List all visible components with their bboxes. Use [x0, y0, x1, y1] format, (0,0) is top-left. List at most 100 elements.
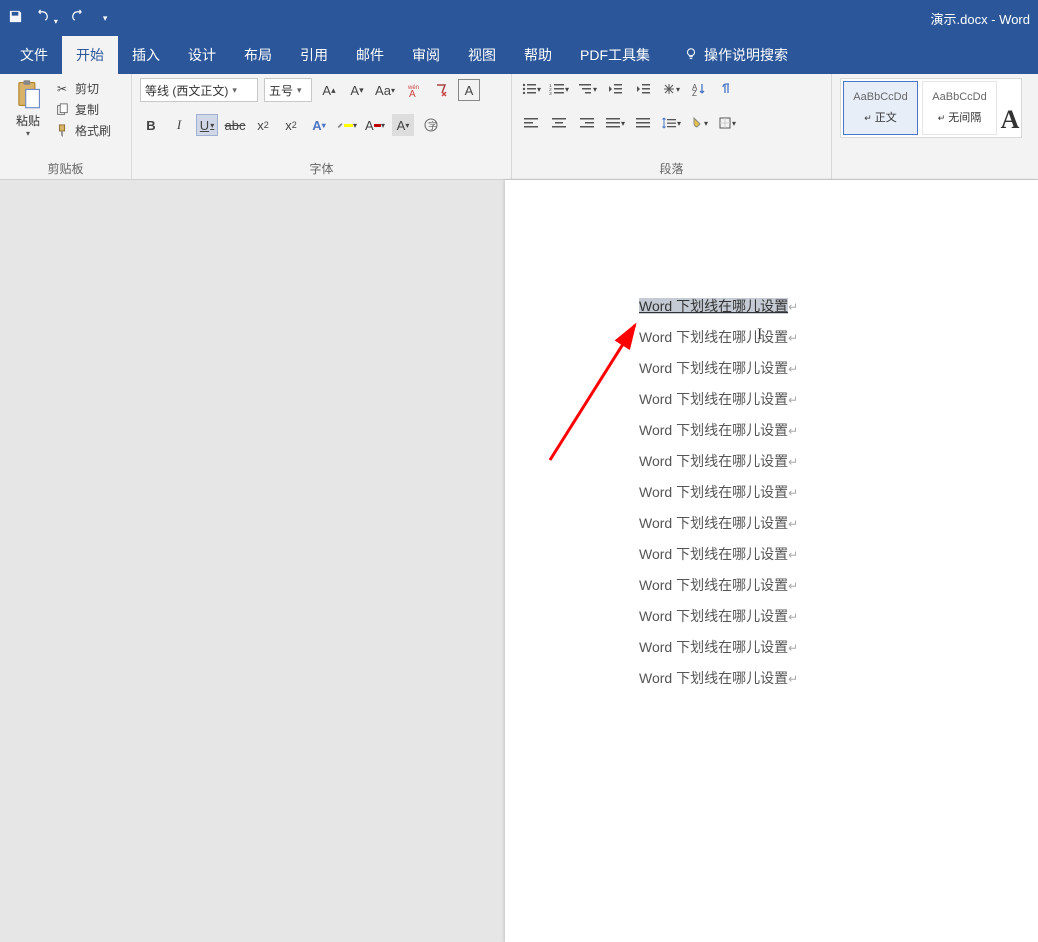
- font-color-button[interactable]: A▾: [364, 114, 386, 136]
- text-line[interactable]: Word 下划线在哪儿设置↵: [639, 358, 1038, 378]
- tab-file[interactable]: 文件: [6, 36, 62, 74]
- tab-tellme[interactable]: 操作说明搜索: [664, 36, 802, 74]
- text-line[interactable]: Word 下划线在哪儿设置↵: [639, 513, 1038, 533]
- tab-review[interactable]: 审阅: [398, 36, 454, 74]
- text-line[interactable]: Word 下划线在哪儿设置↵: [639, 544, 1038, 564]
- font-size-combo[interactable]: 五号▾: [264, 78, 312, 102]
- align-center-button[interactable]: [548, 112, 570, 134]
- line-spacing-button[interactable]: ▾: [660, 112, 682, 134]
- cut-label: 剪切: [75, 80, 99, 97]
- title-bar: ▾ ▾ 演示.docx - Word: [0, 0, 1038, 36]
- text-line[interactable]: Word 下划线在哪儿设置↵: [639, 482, 1038, 502]
- qat-customize-icon[interactable]: ▾: [103, 13, 108, 24]
- tab-pdf[interactable]: PDF工具集: [566, 36, 664, 74]
- tab-home[interactable]: 开始: [62, 36, 118, 74]
- tab-help[interactable]: 帮助: [510, 36, 566, 74]
- highlight-button[interactable]: ▾: [336, 114, 358, 136]
- scissors-icon: ✂: [54, 81, 70, 97]
- clear-formatting-button[interactable]: [430, 79, 452, 101]
- align-right-button[interactable]: [576, 112, 598, 134]
- group-clipboard: 粘贴 ▾ ✂ 剪切 复制 格式刷: [0, 74, 132, 179]
- character-shading-button[interactable]: A▾: [392, 114, 414, 136]
- page[interactable]: Word 下划线在哪儿设置↵Word 下划线在哪儿设置↵IWord 下划线在哪儿…: [505, 180, 1038, 942]
- style-normal[interactable]: AaBbCcDd ↵ 正文: [843, 81, 918, 135]
- underline-button[interactable]: U▾: [196, 114, 218, 136]
- bullets-button[interactable]: ▾: [520, 78, 542, 100]
- group-styles: AaBbCcDd ↵ 正文 AaBbCcDd ↵ 无间隔 A: [832, 74, 1038, 179]
- quick-access-toolbar: ▾ ▾: [8, 9, 107, 27]
- character-border-button[interactable]: A: [458, 79, 480, 101]
- text-line[interactable]: Word 下划线在哪儿设置↵: [639, 668, 1038, 688]
- shading-button[interactable]: ▾: [688, 112, 710, 134]
- ribbon: 粘贴 ▾ ✂ 剪切 复制 格式刷: [0, 74, 1038, 180]
- align-distribute-button[interactable]: [632, 112, 654, 134]
- phonetic-guide-button[interactable]: wénA: [402, 79, 424, 101]
- clipboard-group-label: 剪贴板: [8, 156, 123, 179]
- copy-label: 复制: [75, 101, 99, 118]
- text-line[interactable]: Word 下划线在哪儿设置↵: [639, 606, 1038, 626]
- text-effects-button[interactable]: A▾: [308, 114, 330, 136]
- shrink-font-button[interactable]: A▾: [346, 79, 368, 101]
- group-paragraph: ▾ 123▾ ▾ ▾ AZ: [512, 74, 832, 179]
- lightbulb-icon: [684, 47, 698, 64]
- text-line[interactable]: Word 下划线在哪儿设置↵: [639, 420, 1038, 440]
- copy-button[interactable]: 复制: [54, 101, 111, 118]
- text-cursor-icon: I: [757, 326, 762, 344]
- enclose-characters-button[interactable]: 字: [420, 114, 442, 136]
- text-line[interactable]: Word 下划线在哪儿设置↵: [639, 637, 1038, 657]
- group-font: 等线 (西文正文)▾ 五号▾ A▴ A▾ Aa▾ wénA A B I U▾ a…: [132, 74, 512, 179]
- show-marks-button[interactable]: [716, 78, 738, 100]
- change-case-button[interactable]: Aa▾: [374, 79, 396, 101]
- tab-insert[interactable]: 插入: [118, 36, 174, 74]
- undo-icon[interactable]: ▾: [35, 9, 58, 27]
- save-icon[interactable]: [8, 9, 23, 27]
- styles-gallery: AaBbCcDd ↵ 正文 AaBbCcDd ↵ 无间隔 A: [840, 78, 1022, 138]
- font-name-combo[interactable]: 等线 (西文正文)▾: [140, 78, 258, 102]
- tab-view[interactable]: 视图: [454, 36, 510, 74]
- text-line[interactable]: Word 下划线在哪儿设置↵: [639, 575, 1038, 595]
- subscript-button[interactable]: x2: [252, 114, 274, 136]
- increase-indent-button[interactable]: [632, 78, 654, 100]
- format-painter-label: 格式刷: [75, 122, 111, 139]
- text-line[interactable]: Word 下划线在哪儿设置↵I: [639, 327, 1038, 347]
- grow-font-button[interactable]: A▴: [318, 79, 340, 101]
- numbering-button[interactable]: 123▾: [548, 78, 570, 100]
- brush-icon: [54, 123, 70, 139]
- bold-button[interactable]: B: [140, 114, 162, 136]
- font-group-label: 字体: [140, 156, 503, 179]
- document-area: Word 下划线在哪儿设置↵Word 下划线在哪儿设置↵IWord 下划线在哪儿…: [0, 180, 1038, 762]
- multilevel-list-button[interactable]: ▾: [576, 78, 598, 100]
- redo-icon[interactable]: [70, 9, 85, 27]
- svg-text:3: 3: [549, 91, 552, 96]
- align-left-button[interactable]: [520, 112, 542, 134]
- align-justify-button[interactable]: ▾: [604, 112, 626, 134]
- svg-text:字: 字: [428, 120, 437, 131]
- tab-mailings[interactable]: 邮件: [342, 36, 398, 74]
- paragraph-group-label: 段落: [520, 156, 823, 179]
- copy-icon: [54, 102, 70, 118]
- svg-text:A: A: [409, 89, 416, 98]
- text-line[interactable]: Word 下划线在哪儿设置↵: [639, 296, 1038, 316]
- format-painter-button[interactable]: 格式刷: [54, 122, 111, 139]
- tab-references[interactable]: 引用: [286, 36, 342, 74]
- borders-button[interactable]: ▾: [716, 112, 738, 134]
- tab-design[interactable]: 设计: [174, 36, 230, 74]
- text-line[interactable]: Word 下划线在哪儿设置↵: [639, 451, 1038, 471]
- paste-label: 粘贴: [16, 112, 40, 129]
- cut-button[interactable]: ✂ 剪切: [54, 80, 111, 97]
- tab-layout[interactable]: 布局: [230, 36, 286, 74]
- tellme-label: 操作说明搜索: [704, 45, 788, 65]
- superscript-button[interactable]: x2: [280, 114, 302, 136]
- strikethrough-button[interactable]: abc: [224, 114, 246, 136]
- paste-button[interactable]: 粘贴 ▾: [8, 78, 48, 138]
- italic-button[interactable]: I: [168, 114, 190, 136]
- text-line[interactable]: Word 下划线在哪儿设置↵: [639, 389, 1038, 409]
- style-nospacing[interactable]: AaBbCcDd ↵ 无间隔: [922, 81, 997, 135]
- sort-button[interactable]: AZ: [688, 78, 710, 100]
- ribbon-tabs: 文件 开始 插入 设计 布局 引用 邮件 审阅 视图 帮助 PDF工具集 操作说…: [0, 36, 1038, 74]
- styles-more-icon[interactable]: A: [1001, 81, 1019, 135]
- document-title: 演示.docx - Word: [931, 9, 1030, 28]
- svg-text:Z: Z: [692, 89, 697, 96]
- decrease-indent-button[interactable]: [604, 78, 626, 100]
- asian-layout-button[interactable]: ▾: [660, 78, 682, 100]
